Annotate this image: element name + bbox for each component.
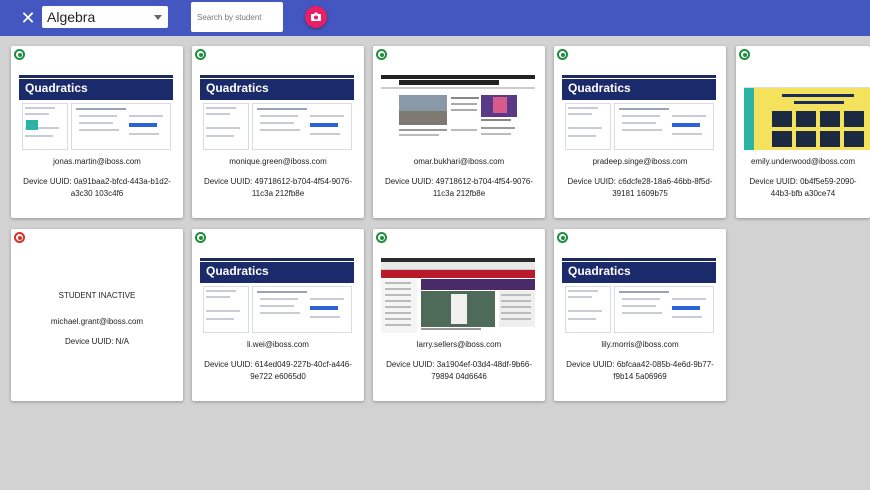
ad-banner [421, 279, 535, 290]
game-tile [796, 111, 816, 127]
game-tile [844, 131, 864, 147]
device-uuid: Device UUID: 0b4f5e59-2090-44b3-bfb a30c… [749, 177, 857, 198]
browser-toolbar [562, 75, 716, 78]
screen-thumbnail[interactable]: Quadratics [200, 75, 354, 150]
device-uuid: Device UUID: 49718612-b704-4f54-9076-11c… [384, 177, 534, 198]
student-email: larry.sellers@iboss.com [416, 340, 502, 349]
browser-toolbar [200, 258, 354, 261]
student-card[interactable]: Quadratics li.wei@iboss.com Device UUID: 6… [192, 229, 364, 401]
browser-toolbar [200, 75, 354, 78]
device-uuid: Device UUID: 49718612-b704-4f54-9076-11c… [203, 177, 353, 198]
screen-thumbnail[interactable]: Quadratics [19, 75, 173, 150]
thumbnail-title: Quadratics [206, 264, 269, 278]
inactive-label: STUDENT INACTIVE [58, 291, 136, 300]
status-indicator [195, 232, 206, 243]
student-email: monique.green@iboss.com [229, 157, 327, 166]
screen-thumbnail[interactable]: Quadratics [200, 258, 354, 333]
exercise-icon [26, 120, 38, 130]
game-tile [844, 111, 864, 127]
thumbnail-title: Quadratics [568, 264, 631, 278]
device-uuid: Device UUID: c6dcfe28-18a6-46bb-8f5d-391… [567, 177, 713, 198]
browser-toolbar [562, 258, 716, 261]
game-tile [820, 131, 840, 147]
game-tile [820, 111, 840, 127]
class-select-value: Algebra [47, 9, 96, 25]
student-card[interactable]: Quadratics monique.green@iboss.com Device … [192, 46, 364, 218]
student-email: emily.underwood@iboss.com [750, 157, 855, 166]
game-tile [772, 131, 792, 147]
chevron-down-icon [154, 15, 162, 20]
screen-thumbnail[interactable] [381, 258, 535, 333]
status-indicator [739, 49, 750, 60]
student-email: li.wei@iboss.com [247, 340, 309, 349]
search-input[interactable] [191, 2, 283, 32]
top-app-bar: ✕ Algebra [0, 0, 870, 36]
camera-icon [311, 12, 321, 21]
student-card[interactable]: Quadratics pradeep.singe@iboss.com Device … [554, 46, 726, 218]
student-email: jonas.martin@iboss.com [53, 157, 141, 166]
status-indicator [14, 232, 25, 243]
student-card[interactable]: Quadratics lily.morris@iboss.com Device UU… [554, 229, 726, 401]
close-icon[interactable]: ✕ [18, 8, 38, 28]
class-select[interactable]: Algebra [42, 6, 168, 28]
game-tile [772, 111, 792, 127]
device-uuid: Device UUID: 614ed049-227b-40cf-a446-9e7… [204, 360, 352, 381]
status-indicator [557, 232, 568, 243]
status-indicator [195, 49, 206, 60]
screen-thumbnail[interactable]: Quadratics [562, 75, 716, 150]
student-card[interactable]: larry.sellers@iboss.com Device UUID: 3a19… [373, 229, 545, 401]
status-indicator [14, 49, 25, 60]
device-uuid: Device UUID: 0a91baa2-bfcd-443a-b1d2-a3c… [23, 177, 171, 198]
device-uuid: Device UUID: 6bfcaa42-085b-4e6d-9b77-f9b… [566, 360, 714, 381]
thumbnail-title: Quadratics [206, 81, 269, 95]
status-indicator [376, 49, 387, 60]
student-email: michael.grant@iboss.com [50, 317, 144, 326]
student-email: lily.morris@iboss.com [601, 340, 679, 349]
student-card[interactable]: emily.underwood@iboss.com Device UUID: 0b… [736, 46, 870, 218]
status-indicator [376, 232, 387, 243]
student-card[interactable]: Quadratics jonas.martin@iboss.com Device U… [11, 46, 183, 218]
student-card[interactable]: omar.bukhari@iboss.com Device UUID: 49718… [373, 46, 545, 218]
thumbnail-title: Quadratics [568, 81, 631, 95]
screen-thumbnail[interactable] [744, 75, 870, 150]
student-card[interactable]: STUDENT INACTIVE michael.grant@iboss.com D… [11, 229, 183, 401]
sports-nav [381, 270, 535, 278]
student-email: pradeep.singe@iboss.com [592, 157, 688, 166]
status-indicator [557, 49, 568, 60]
screenshot-button[interactable] [305, 6, 327, 28]
device-uuid: Device UUID: N/A [64, 337, 129, 346]
game-tile [796, 131, 816, 147]
screen-thumbnail[interactable] [381, 75, 535, 150]
screen-thumbnail[interactable]: Quadratics [562, 258, 716, 333]
device-uuid: Device UUID: 3a1904ef-03d4-48df-9b66-798… [386, 360, 532, 381]
thumbnail-title: Quadratics [25, 81, 88, 95]
browser-toolbar [19, 75, 173, 78]
student-email: omar.bukhari@iboss.com [413, 157, 505, 166]
